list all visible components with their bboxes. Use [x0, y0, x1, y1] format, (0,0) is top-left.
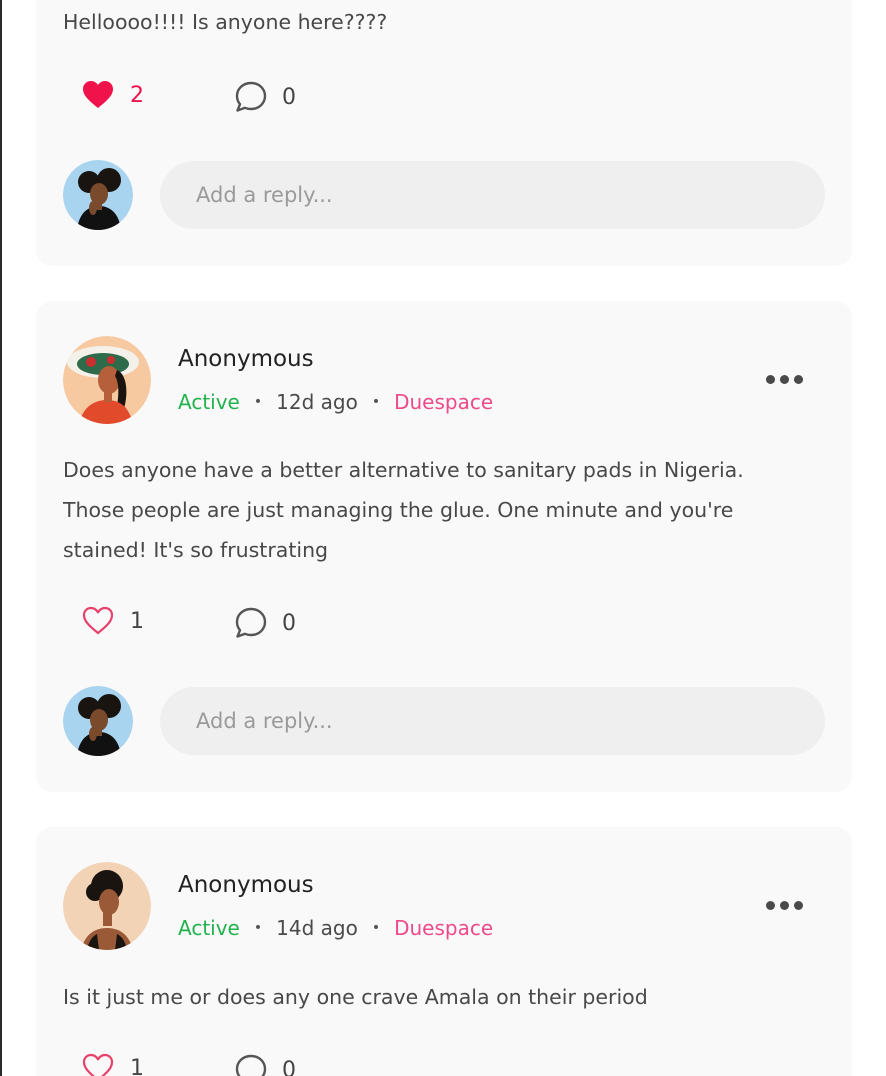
like-button[interactable]: 1: [82, 606, 144, 636]
more-options-button[interactable]: [766, 900, 806, 912]
reply-row: [63, 686, 825, 758]
post-time: 12d ago: [276, 390, 358, 414]
author-name: Anonymous: [178, 872, 314, 898]
more-options-button[interactable]: [766, 374, 806, 386]
author-avatar[interactable]: [63, 862, 151, 950]
reply-input[interactable]: [160, 161, 825, 229]
comment-bubble-icon: [235, 81, 267, 112]
heart-outline-icon: [82, 606, 114, 635]
comment-button[interactable]: 0: [234, 1053, 296, 1076]
comment-count: 0: [282, 1057, 296, 1076]
post-actions: 2 0: [82, 80, 382, 114]
heart-outline-icon: [82, 1053, 114, 1076]
comment-bubble-icon: [235, 607, 267, 638]
comment-count: 0: [282, 610, 296, 636]
post-meta: Active • 12d ago • Duespace: [178, 390, 493, 414]
like-button[interactable]: 2: [82, 80, 144, 110]
post-actions: 1 0: [82, 606, 382, 640]
post-time: 14d ago: [276, 916, 358, 940]
comment-button[interactable]: 0: [234, 606, 296, 640]
author-name: Anonymous: [178, 346, 314, 372]
post-text: Is it just me or does any one crave Amal…: [63, 985, 648, 1009]
author-avatar[interactable]: [63, 336, 151, 424]
like-count: 1: [130, 1055, 144, 1076]
post-card: Anonymous Active • 12d ago • Duespace Do…: [36, 301, 852, 792]
heart-filled-icon: [83, 81, 113, 108]
post-meta: Active • 14d ago • Duespace: [178, 916, 493, 940]
space-link[interactable]: Duespace: [394, 390, 493, 414]
comment-button[interactable]: 0: [234, 80, 296, 114]
left-border: [0, 0, 2, 1076]
comment-bubble-icon: [235, 1054, 267, 1076]
user-avatar: [63, 160, 133, 230]
like-count: 2: [130, 82, 144, 108]
separator-dot: •: [253, 394, 263, 410]
post-text: Does anyone have a better alternative to…: [63, 458, 744, 562]
post-text: Helloooo!!!! Is anyone here????: [63, 10, 388, 34]
post-card: Anonymous Active • 14d ago • Duespace Is…: [36, 827, 852, 1076]
post-card: Helloooo!!!! Is anyone here???? 2 0: [36, 0, 852, 266]
comment-count: 0: [282, 84, 296, 110]
user-avatar: [63, 686, 133, 756]
separator-dot: •: [371, 920, 381, 936]
status-label: Active: [178, 916, 240, 940]
status-label: Active: [178, 390, 240, 414]
post-actions: 1 0: [82, 1053, 382, 1076]
separator-dot: •: [371, 394, 381, 410]
like-button[interactable]: 1: [82, 1053, 144, 1076]
reply-row: [63, 160, 825, 232]
separator-dot: •: [253, 920, 263, 936]
like-count: 1: [130, 608, 144, 634]
reply-input[interactable]: [160, 687, 825, 755]
space-link[interactable]: Duespace: [394, 916, 493, 940]
